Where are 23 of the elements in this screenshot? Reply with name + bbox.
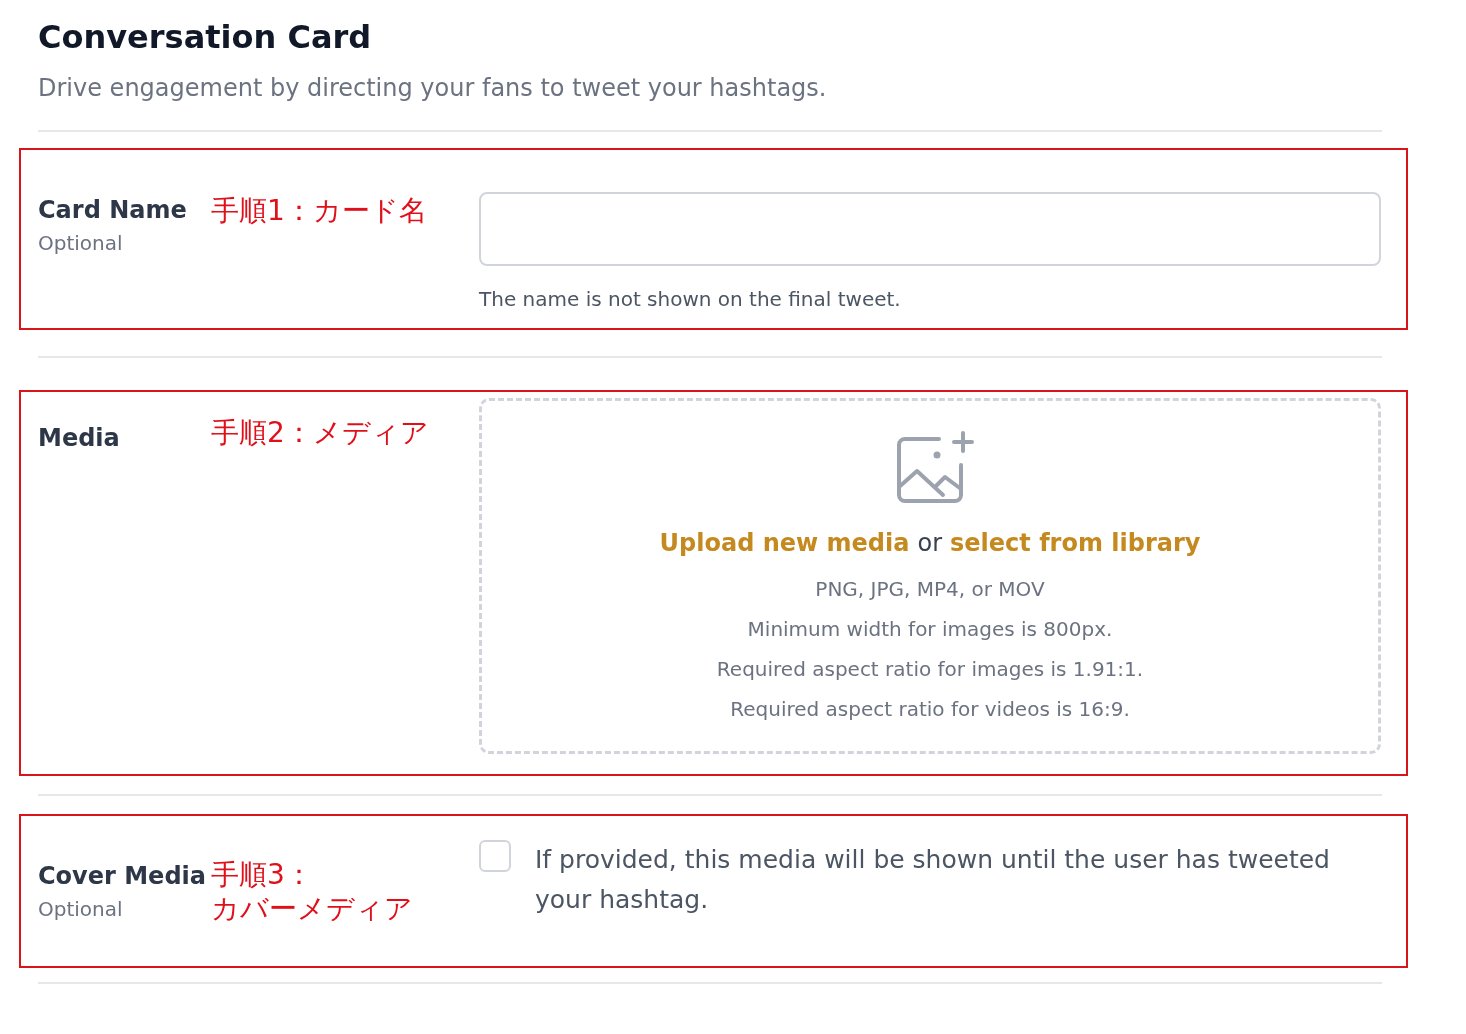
optional-label: Optional	[38, 896, 124, 924]
optional-label: Optional	[38, 230, 124, 258]
page-subtitle: Drive engagement by directing your fans to tweet your hashtags.	[38, 73, 828, 105]
upload-link[interactable]: Upload new media	[659, 529, 910, 558]
annotation-note: 手順1：カード名	[211, 194, 428, 228]
requirement-text: PNG, JPG, MP4, or MOV	[814, 576, 1046, 604]
field-label: Cover Media	[38, 861, 207, 893]
help-text: The name is not shown on the final tweet.	[479, 286, 902, 314]
field-label: Card Name	[38, 195, 188, 227]
annotation-note: 手順3： カバーメディア	[211, 858, 414, 926]
or-text: or	[917, 529, 942, 558]
requirement-text: Minimum width for images is 800px.	[746, 616, 1114, 644]
page-title: Conversation Card	[38, 18, 373, 57]
annotation-note: 手順2：メディア	[211, 416, 430, 450]
library-link[interactable]: select from library	[950, 529, 1201, 558]
requirement-text: Required aspect ratio for images is 1.91:1.	[715, 656, 1145, 684]
image-add-icon	[895, 431, 975, 506]
card-name-input[interactable]	[479, 192, 1381, 267]
checkbox-description: If provided, this media will be shown until the user has tweeted your hashtag.	[535, 844, 1331, 917]
requirement-text: Required aspect ratio for videos is 16:9.	[729, 696, 1131, 724]
checkbox[interactable]	[479, 840, 511, 873]
field-label: Media	[38, 423, 121, 455]
media-dropzone[interactable]: Upload new media or select from library PNG, JPG, MP4, or MOV Minimum width for images is 800px. Required aspect ratio for images is 1.91:1. Required aspect ratio for videos is 16:9.	[479, 398, 1381, 755]
